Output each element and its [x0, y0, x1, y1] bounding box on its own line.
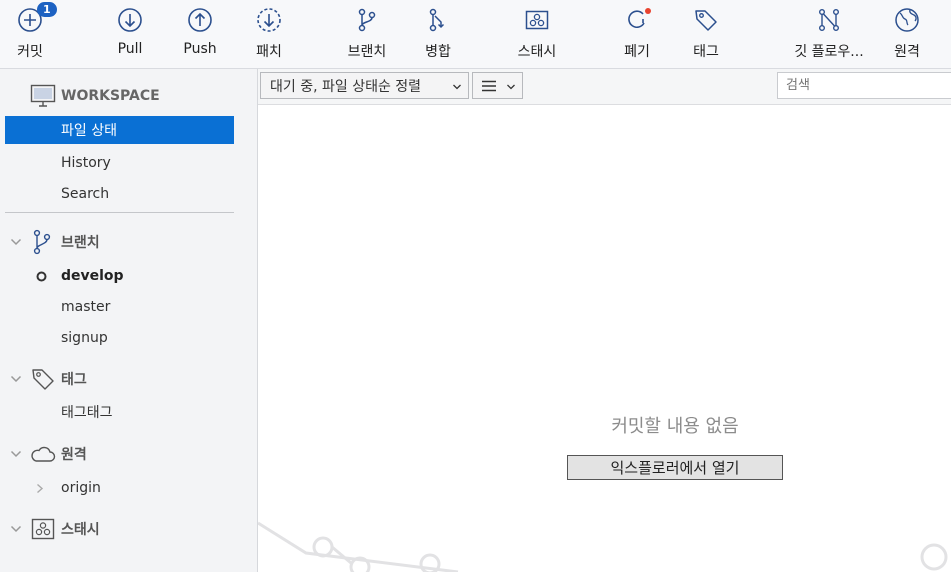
sidebar: WORKSPACE 파일 상태 History Search 브랜치 devel… — [0, 69, 258, 572]
push-label: Push — [183, 41, 217, 57]
patch-icon — [257, 8, 281, 32]
chevron-down-icon[interactable] — [10, 374, 22, 384]
discard-label: 폐기 — [624, 44, 650, 60]
watermark-graph-icon — [258, 521, 948, 572]
workspace-header-label: WORKSPACE — [61, 88, 160, 104]
sidebar-item-remote-origin[interactable]: origin — [5, 474, 234, 502]
tags-header[interactable]: 태그 — [0, 365, 257, 393]
sort-filter-value: 대기 중, 파일 상태순 정렬 — [270, 78, 422, 95]
remote-button[interactable]: 원격 — [890, 5, 924, 63]
remote-label: 원격 — [894, 44, 920, 60]
stash-header[interactable]: 스태시 — [0, 515, 257, 543]
remotes-header[interactable]: 원격 — [0, 440, 257, 468]
branch-icon — [358, 8, 376, 32]
sidebar-item-branch-signup[interactable]: signup — [5, 324, 234, 352]
sidebar-item-label: signup — [61, 330, 108, 346]
commit-count-badge: 1 — [37, 2, 57, 17]
sidebar-item-file-status[interactable]: 파일 상태 — [5, 116, 234, 144]
pull-button[interactable]: Pull — [112, 5, 148, 63]
workspace-header[interactable]: WORKSPACE — [0, 82, 257, 110]
sort-filter-dropdown[interactable]: 대기 중, 파일 상태순 정렬 — [260, 72, 469, 99]
monitor-icon — [30, 84, 56, 107]
sidebar-item-label: Search — [61, 186, 110, 202]
sidebar-item-label: master — [61, 299, 111, 315]
sidebar-item-label: origin — [61, 480, 101, 496]
cloud-icon — [31, 446, 56, 462]
branch-label: 브랜치 — [347, 44, 387, 60]
stash-header-label: 스태시 — [61, 522, 100, 538]
push-button[interactable]: Push — [180, 5, 220, 63]
branches-header-label: 브랜치 — [61, 235, 100, 251]
stash-icon — [31, 518, 55, 540]
sidebar-item-label: develop — [61, 268, 124, 284]
sidebar-item-label: History — [61, 155, 111, 171]
patch-button[interactable]: 패치 — [253, 5, 285, 63]
toolbar: 커밋 1 Pull Push 패치 브랜치 병합 스태시 폐기 태그 깃 플로우… — [0, 0, 951, 69]
branch-icon — [33, 229, 51, 255]
patch-label: 패치 — [256, 44, 282, 60]
stash-label: 스태시 — [517, 44, 557, 60]
empty-message: 커밋할 내용 없음 — [611, 416, 739, 437]
chevron-down-icon[interactable] — [10, 237, 22, 247]
tag-button[interactable]: 태그 — [690, 5, 722, 63]
filter-bar: 대기 중, 파일 상태순 정렬 — [258, 69, 951, 105]
chevron-right-icon[interactable] — [36, 483, 44, 494]
chevron-down-icon — [453, 84, 461, 90]
branch-button[interactable]: 브랜치 — [343, 5, 391, 63]
sidebar-item-history[interactable]: History — [5, 149, 234, 177]
chevron-down-icon[interactable] — [10, 449, 22, 459]
stash-button[interactable]: 스태시 — [513, 5, 561, 63]
sidebar-item-label: 태그태그 — [61, 405, 113, 421]
sidebar-item-search[interactable]: Search — [5, 180, 234, 208]
sidebar-item-label: 파일 상태 — [61, 123, 117, 139]
open-in-explorer-button[interactable]: 익스플로러에서 열기 — [567, 455, 783, 480]
commit-label: 커밋 — [17, 44, 43, 60]
globe-icon — [895, 8, 919, 32]
gitflow-icon — [819, 9, 840, 32]
branches-header[interactable]: 브랜치 — [0, 228, 257, 256]
view-mode-dropdown[interactable] — [472, 72, 523, 99]
gitflow-button[interactable]: 깃 플로우... — [790, 5, 868, 63]
tag-icon — [32, 369, 54, 390]
merge-label: 병합 — [425, 44, 451, 60]
remotes-header-label: 원격 — [61, 447, 87, 463]
chevron-down-icon[interactable] — [10, 524, 22, 534]
current-branch-icon — [36, 271, 47, 282]
arrow-down-circle-icon — [118, 8, 142, 32]
sidebar-divider — [5, 212, 234, 213]
merge-icon — [429, 8, 445, 32]
stash-icon — [525, 10, 549, 30]
discard-button[interactable]: 폐기 — [621, 5, 653, 63]
arrow-up-circle-icon — [188, 8, 212, 32]
merge-button[interactable]: 병합 — [421, 5, 455, 63]
sidebar-item-branch-develop[interactable]: develop — [5, 262, 234, 290]
notification-dot-icon — [645, 8, 651, 14]
gitflow-label: 깃 플로우... — [794, 44, 864, 60]
search-input[interactable] — [777, 72, 951, 99]
sidebar-item-tag[interactable]: 태그태그 — [5, 398, 234, 426]
tags-header-label: 태그 — [61, 372, 87, 388]
pull-label: Pull — [117, 41, 143, 57]
chevron-down-icon — [507, 84, 515, 90]
sidebar-item-branch-master[interactable]: master — [5, 293, 234, 321]
list-icon — [482, 80, 496, 92]
tag-icon — [695, 10, 717, 31]
tag-label: 태그 — [693, 44, 719, 60]
